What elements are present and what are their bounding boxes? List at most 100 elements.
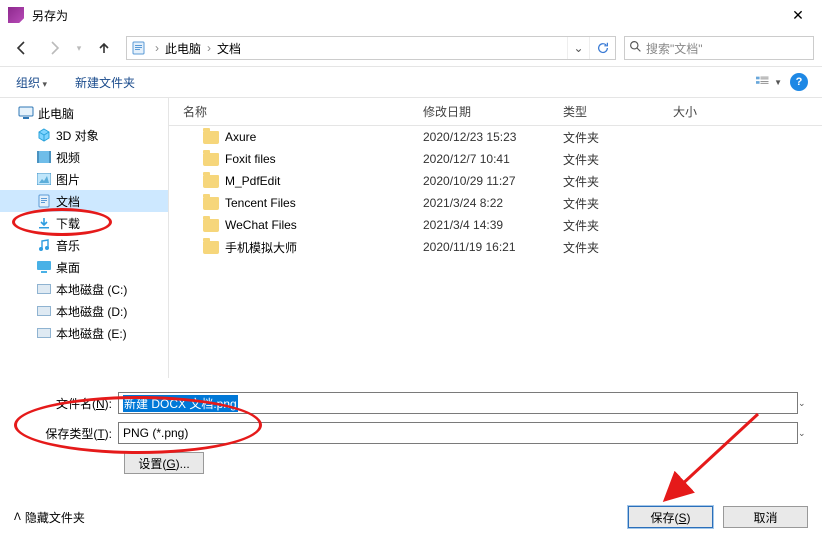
sidebar-item-label: 音乐	[56, 237, 80, 254]
filetype-select[interactable]: PNG (*.png)	[118, 422, 798, 444]
column-date[interactable]: 修改日期	[423, 103, 563, 120]
list-header: 名称 修改日期 类型 大小	[169, 98, 822, 126]
close-button[interactable]: ✕	[778, 7, 818, 24]
row-name: Axure	[225, 130, 256, 144]
picture-icon	[36, 171, 52, 187]
help-button[interactable]: ?	[786, 71, 812, 93]
settings-button[interactable]: 设置(G)...	[124, 452, 204, 474]
address-bar[interactable]: › 此电脑 › 文档 ⌄	[126, 36, 616, 60]
titlebar: 另存为 ✕	[0, 0, 822, 30]
back-button[interactable]	[8, 36, 36, 60]
disk-icon	[36, 303, 52, 319]
chevron-right-icon: ›	[151, 41, 163, 55]
breadcrumb-pc[interactable]: 此电脑	[163, 40, 203, 57]
table-row[interactable]: WeChat Files2021/3/4 14:39文件夹	[169, 214, 822, 236]
filename-dropdown[interactable]: ⌄	[798, 398, 816, 409]
disk-icon	[36, 325, 52, 341]
footer: ᐱ 隐藏文件夹 保存(S) 取消	[0, 506, 822, 528]
hide-folders-toggle[interactable]: ᐱ 隐藏文件夹	[14, 509, 85, 526]
sidebar-item-disk-c[interactable]: 本地磁盘 (C:)	[0, 278, 168, 300]
arrow-up-icon	[96, 40, 112, 56]
save-button[interactable]: 保存(S)	[628, 506, 713, 528]
sidebar-item-pictures[interactable]: 图片	[0, 168, 168, 190]
view-list-icon	[756, 75, 772, 89]
address-dropdown[interactable]: ⌄	[567, 37, 589, 59]
sidebar-item-label: 桌面	[56, 259, 80, 276]
view-options-button[interactable]: ▼	[756, 71, 782, 93]
toolbar: 组织 新建文件夹 ▼ ?	[0, 66, 822, 98]
refresh-button[interactable]	[589, 37, 615, 59]
search-box[interactable]: 搜索"文档"	[624, 36, 814, 60]
filetype-dropdown[interactable]: ⌄	[798, 428, 816, 439]
sidebar: 此电脑 3D 对象 视频 图片 文档	[0, 98, 168, 378]
row-type: 文件夹	[563, 239, 673, 256]
row-name: Tencent Files	[225, 196, 296, 210]
sidebar-item-desktop[interactable]: 桌面	[0, 256, 168, 278]
sidebar-item-downloads[interactable]: 下载	[0, 212, 168, 234]
row-name: Foxit files	[225, 152, 276, 166]
pc-icon	[18, 105, 34, 121]
column-type[interactable]: 类型	[563, 103, 673, 120]
app-icon	[8, 7, 24, 23]
help-icon: ?	[790, 73, 808, 91]
video-icon	[36, 149, 52, 165]
folder-icon	[203, 175, 219, 188]
table-row[interactable]: Foxit files2020/12/7 10:41文件夹	[169, 148, 822, 170]
sidebar-item-label: 图片	[56, 171, 80, 188]
new-folder-button[interactable]: 新建文件夹	[69, 72, 141, 93]
folder-icon	[203, 131, 219, 144]
cube-icon	[36, 127, 52, 143]
breadcrumb-documents[interactable]: 文档	[215, 40, 243, 57]
filename-input[interactable]: 新建 DOCX 文档.png	[118, 392, 798, 414]
table-row[interactable]: Axure2020/12/23 15:23文件夹	[169, 126, 822, 148]
arrow-right-icon	[46, 40, 62, 56]
sidebar-item-videos[interactable]: 视频	[0, 146, 168, 168]
download-icon	[36, 215, 52, 231]
location-doc-icon	[131, 40, 147, 56]
row-name: WeChat Files	[225, 218, 297, 232]
row-name: M_PdfEdit	[225, 174, 280, 188]
sidebar-item-label: 3D 对象	[56, 127, 99, 144]
up-button[interactable]	[90, 36, 118, 60]
folder-icon	[203, 153, 219, 166]
navbar: ▾ › 此电脑 › 文档 ⌄ 搜索"文档"	[0, 30, 822, 66]
cancel-button[interactable]: 取消	[723, 506, 808, 528]
music-icon	[36, 237, 52, 253]
table-row[interactable]: Tencent Files2021/3/24 8:22文件夹	[169, 192, 822, 214]
chevron-up-icon: ᐱ	[14, 512, 21, 523]
sidebar-item-3d[interactable]: 3D 对象	[0, 124, 168, 146]
folder-icon	[203, 241, 219, 254]
refresh-icon	[596, 41, 610, 55]
row-date: 2020/10/29 11:27	[423, 174, 563, 188]
row-name: 手机模拟大师	[225, 239, 297, 256]
column-size[interactable]: 大小	[673, 103, 822, 120]
sidebar-item-disk-e[interactable]: 本地磁盘 (E:)	[0, 322, 168, 344]
filename-label: 文件名(N):	[6, 395, 118, 412]
forward-button[interactable]	[40, 36, 68, 60]
row-date: 2020/12/7 10:41	[423, 152, 563, 166]
folder-icon	[203, 197, 219, 210]
filetype-value: PNG (*.png)	[123, 426, 188, 440]
sidebar-item-label: 文档	[56, 193, 80, 210]
sidebar-item-disk-d[interactable]: 本地磁盘 (D:)	[0, 300, 168, 322]
sidebar-item-label: 下载	[56, 215, 80, 232]
sidebar-item-documents[interactable]: 文档	[0, 190, 168, 212]
hide-folders-label: 隐藏文件夹	[25, 509, 85, 526]
column-name[interactable]: 名称	[169, 103, 423, 120]
row-type: 文件夹	[563, 195, 673, 212]
row-date: 2020/11/19 16:21	[423, 240, 563, 254]
search-icon	[629, 40, 642, 56]
organize-button[interactable]: 组织	[10, 72, 53, 93]
recent-button[interactable]: ▾	[72, 36, 86, 60]
sidebar-item-pc[interactable]: 此电脑	[0, 102, 168, 124]
document-icon	[36, 193, 52, 209]
table-row[interactable]: M_PdfEdit2020/10/29 11:27文件夹	[169, 170, 822, 192]
sidebar-item-label: 本地磁盘 (D:)	[56, 303, 127, 320]
sidebar-item-label: 本地磁盘 (C:)	[56, 281, 127, 298]
table-row[interactable]: 手机模拟大师 2020/11/19 16:21文件夹	[169, 236, 822, 258]
sidebar-item-music[interactable]: 音乐	[0, 234, 168, 256]
desktop-icon	[36, 259, 52, 275]
sidebar-item-label: 本地磁盘 (E:)	[56, 325, 127, 342]
file-list: 名称 修改日期 类型 大小 Axure2020/12/23 15:23文件夹 Fo…	[169, 98, 822, 378]
form-area: 文件名(N): 新建 DOCX 文档.png ⌄ 保存类型(T): PNG (*…	[0, 378, 822, 474]
